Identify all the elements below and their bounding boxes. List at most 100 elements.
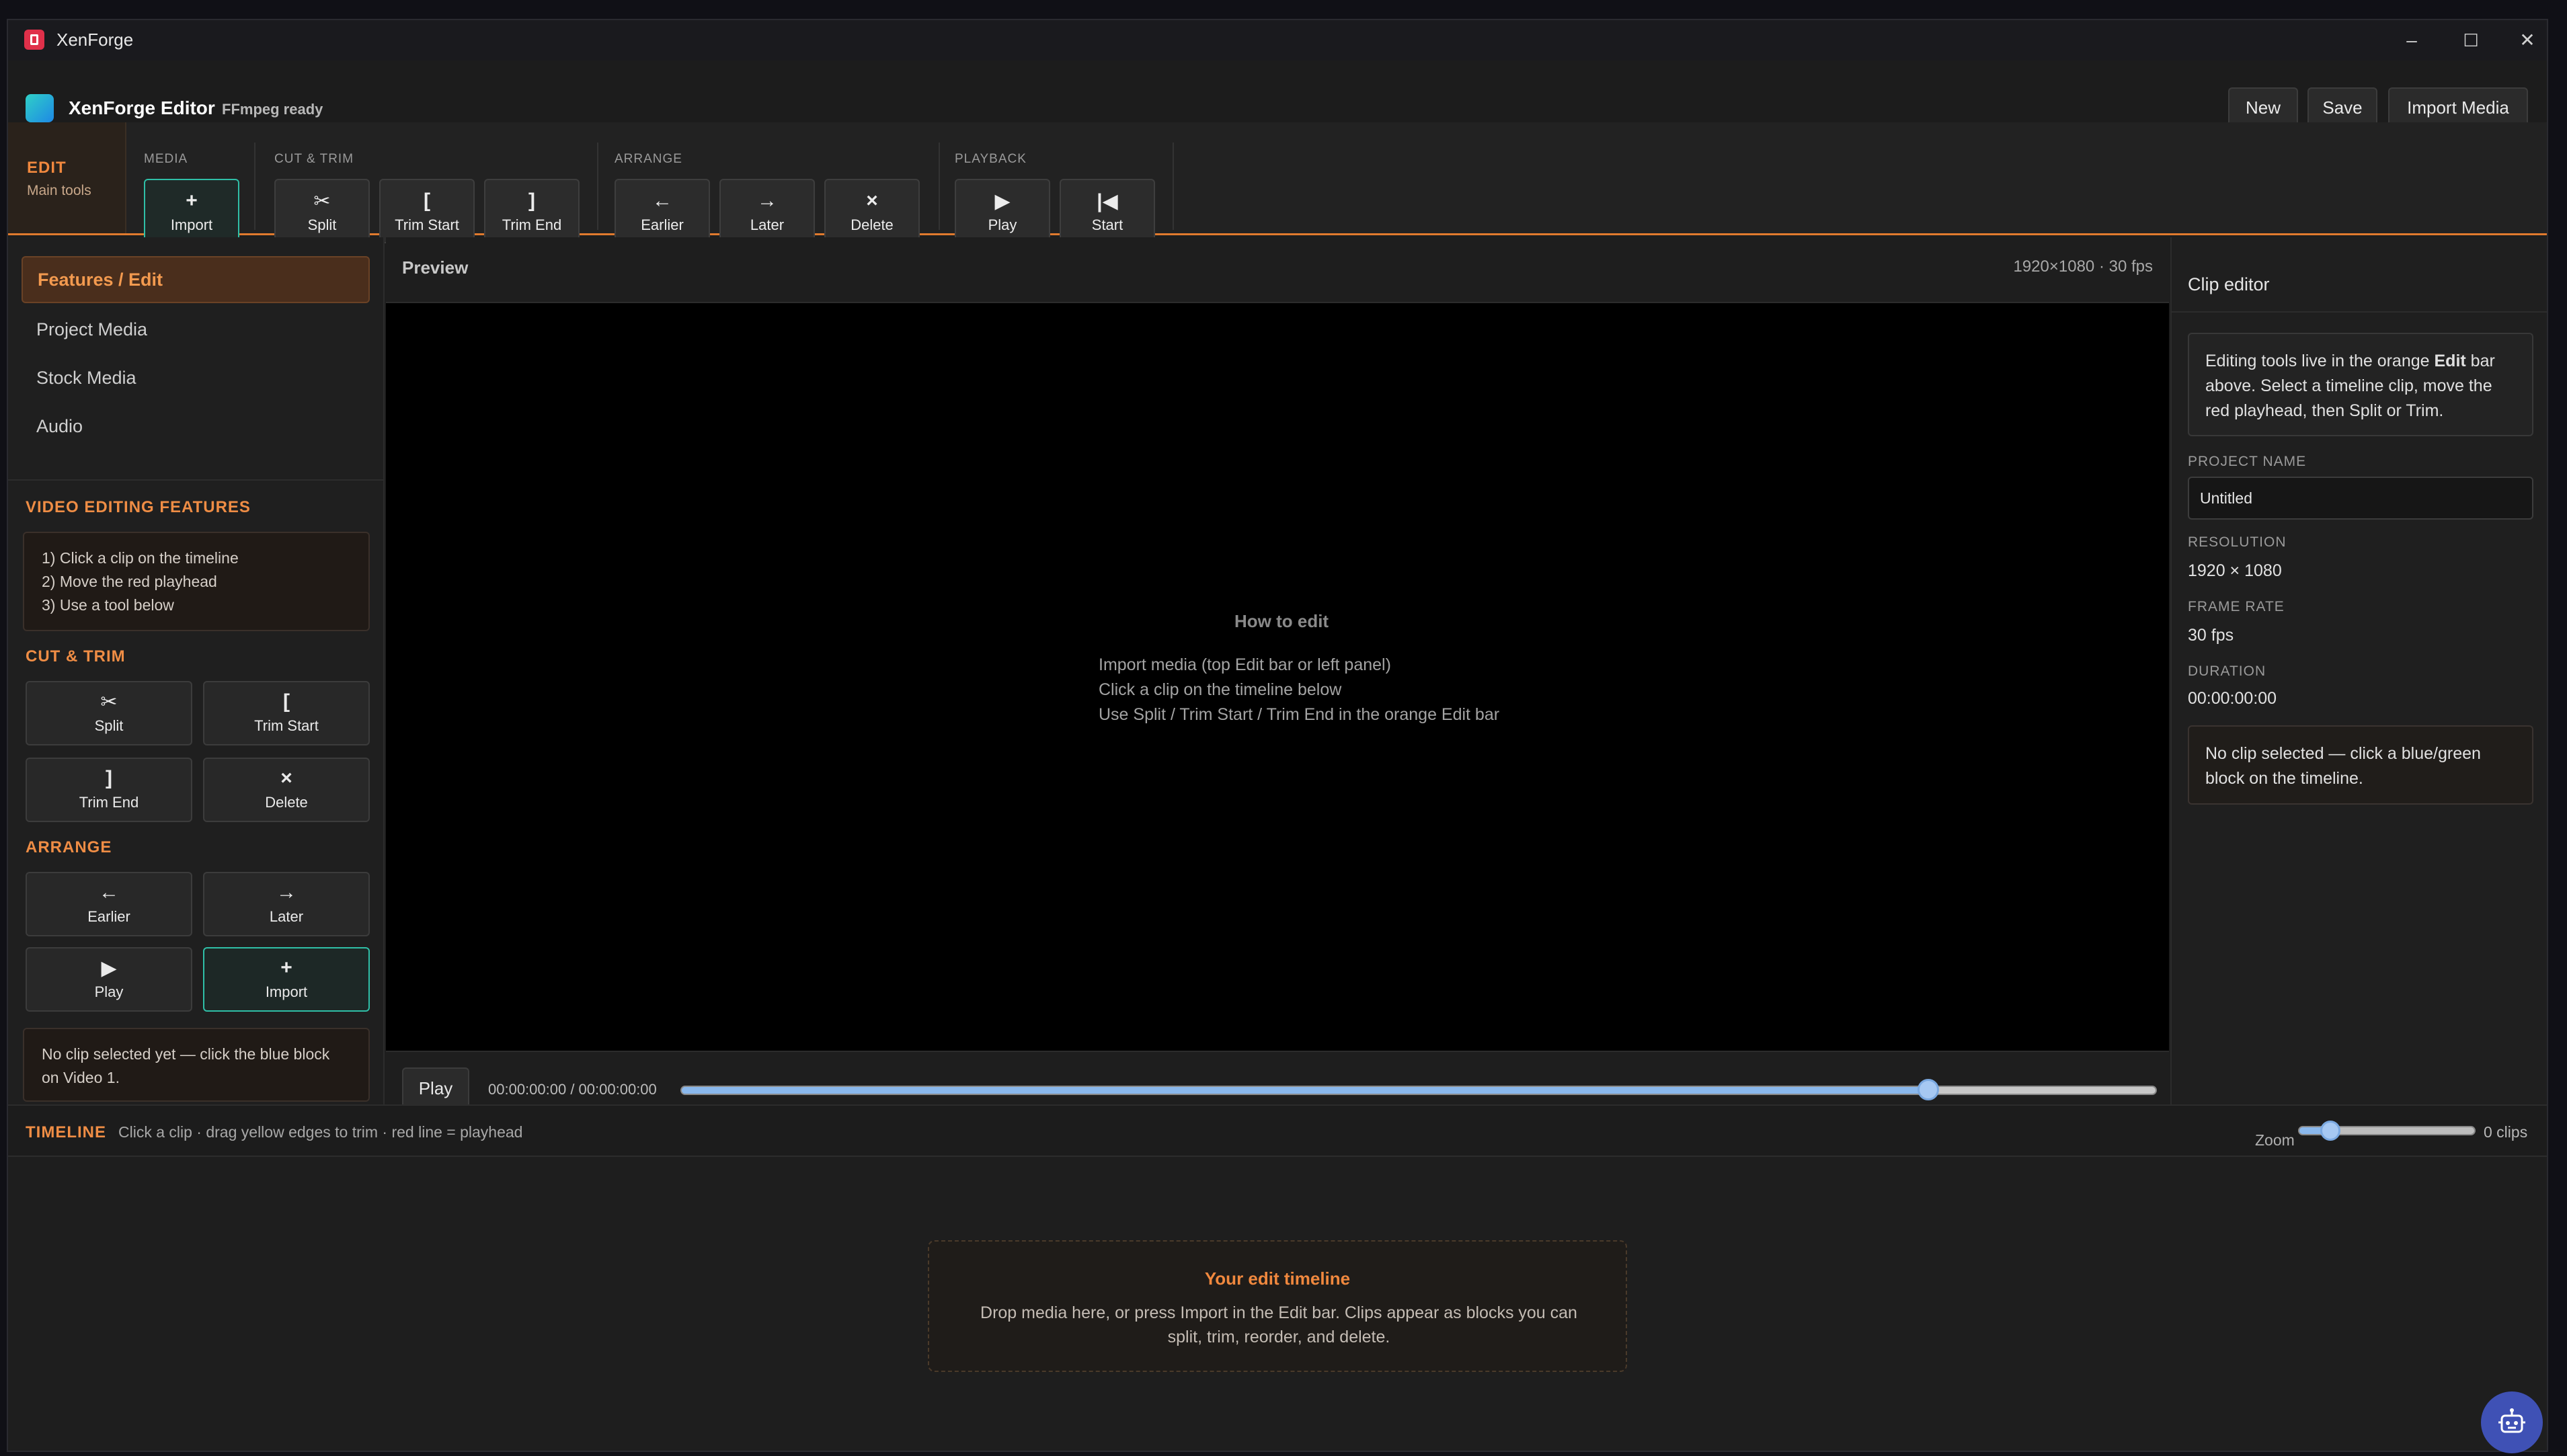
nav-item-project-media[interactable]: Project Media xyxy=(22,306,370,353)
ribbon-import-button[interactable]: + Import xyxy=(144,179,239,243)
ribbon-trim-end-button[interactable]: ] Trim End xyxy=(484,179,580,243)
ribbon-group-cut-trim: CUT & TRIM xyxy=(274,152,354,166)
frame-rate-value: 30 fps xyxy=(2188,626,2234,645)
scissors-icon: ✂ xyxy=(100,691,118,713)
edit-ribbon: EDIT Main tools MEDIA + Import CUT & TRI… xyxy=(8,122,2547,243)
video-editing-features-title: VIDEO EDITING FEATURES xyxy=(26,498,251,516)
arrow-left-icon: ← xyxy=(652,190,672,212)
preview-title: Preview xyxy=(402,257,469,278)
save-button[interactable]: Save xyxy=(2307,87,2377,128)
ribbon-earlier-button[interactable]: ← Earlier xyxy=(615,179,710,243)
brand-logo-icon xyxy=(26,94,54,122)
preview-panel: Preview 1920×1080 · 30 fps How to edit I… xyxy=(386,237,2169,1109)
ribbon-split-button[interactable]: ✂ Split xyxy=(274,179,370,243)
timeline-hint: Click a clip · drag yellow edges to trim… xyxy=(118,1123,523,1141)
zoom-thumb[interactable] xyxy=(2320,1121,2340,1141)
sidebar-trim-start-button[interactable]: [ Trim Start xyxy=(203,681,370,745)
brand-name: XenForge Editor xyxy=(69,97,215,118)
skip-to-start-icon: |◀ xyxy=(1097,190,1118,212)
ribbon-tab-label: EDIT xyxy=(27,159,67,177)
nav-item-stock-media[interactable]: Stock Media xyxy=(22,354,370,401)
import-media-button[interactable]: Import Media xyxy=(2388,87,2528,128)
ribbon-divider xyxy=(939,143,940,230)
drop-zone-text: Drop media here, or press Import in the … xyxy=(980,1303,1577,1346)
sidebar-earlier-button[interactable]: ← Earlier xyxy=(26,872,192,936)
howto-title: How to edit xyxy=(1234,611,1329,631)
ribbon-start-button[interactable]: |◀ Start xyxy=(1060,179,1155,243)
divider xyxy=(2172,311,2547,313)
bracket-right-icon: ] xyxy=(106,767,112,789)
bracket-right-icon: ] xyxy=(528,190,535,212)
no-clip-message: No clip selected — click a blue/green bl… xyxy=(2188,725,2533,805)
new-button[interactable]: New xyxy=(2228,87,2298,128)
timeline-area[interactable]: Your edit timeline Drop media here, or p… xyxy=(8,1157,2547,1451)
assistant-button[interactable] xyxy=(2481,1391,2543,1453)
arrow-left-icon: ← xyxy=(99,881,119,903)
duration-label: DURATION xyxy=(2188,663,2266,679)
scrubber-thumb[interactable] xyxy=(1917,1079,1939,1100)
duration-value: 00:00:00:00 xyxy=(2188,689,2277,708)
selection-status: No clip selected yet — click the blue bl… xyxy=(23,1028,370,1102)
howto-item: Click a clip on the timeline below xyxy=(1099,680,1342,699)
ribbon-trim-start-button[interactable]: [ Trim Start xyxy=(379,179,475,243)
sidebar-later-button[interactable]: → Later xyxy=(203,872,370,936)
ribbon-play-button[interactable]: ▶ Play xyxy=(955,179,1050,243)
window-title: XenForge xyxy=(56,30,134,50)
play-icon: ▶ xyxy=(101,957,117,979)
close-x-icon: × xyxy=(866,190,878,212)
clip-count: 0 clips xyxy=(2484,1123,2528,1141)
nav-item-audio[interactable]: Audio xyxy=(22,403,370,450)
sidebar-trim-end-button[interactable]: ] Trim End xyxy=(26,758,192,822)
ribbon-tab-sub: Main tools xyxy=(27,183,91,198)
ribbon-divider xyxy=(597,143,598,230)
cut-trim-title: CUT & TRIM xyxy=(26,647,126,665)
sidebar-delete-button[interactable]: × Delete xyxy=(203,758,370,822)
clip-editor-intro: Editing tools live in the orange Edit ba… xyxy=(2188,333,2533,436)
frame-rate-label: FRAME RATE xyxy=(2188,599,2285,614)
howto-item: Use Split / Trim Start / Trim End in the… xyxy=(1099,705,1500,724)
steps-box: 1) Click a clip on the timeline 2) Move … xyxy=(23,532,370,631)
sidebar-import-button[interactable]: + Import xyxy=(203,947,370,1012)
close-x-icon: × xyxy=(280,767,292,789)
resolution-label: RESOLUTION xyxy=(2188,534,2287,550)
sidebar-split-button[interactable]: ✂ Split xyxy=(26,681,192,745)
maximize-button[interactable]: ☐ xyxy=(2447,24,2494,56)
ribbon-tab-edit[interactable]: EDIT Main tools xyxy=(8,122,126,233)
bracket-left-icon: [ xyxy=(424,190,430,212)
left-panel: Features / Edit Project Media Stock Medi… xyxy=(8,237,385,1104)
nav-item-features-edit[interactable]: Features / Edit xyxy=(22,256,370,303)
clip-editor-title: Clip editor xyxy=(2188,274,2270,294)
ribbon-group-playback: PLAYBACK xyxy=(955,152,1027,166)
bracket-left-icon: [ xyxy=(283,690,290,713)
arrow-right-icon: → xyxy=(757,190,777,212)
play-icon: ▶ xyxy=(994,190,1011,212)
step-item: 2) Move the red playhead xyxy=(42,573,217,590)
app-logo-icon xyxy=(24,30,44,50)
arrow-right-icon: → xyxy=(276,881,297,903)
arrange-title: ARRANGE xyxy=(26,838,112,856)
timeline-header: TIMELINE Click a clip · drag yellow edge… xyxy=(8,1104,2547,1157)
project-name-input[interactable]: Untitled xyxy=(2188,477,2533,520)
step-item: 1) Click a clip on the timeline xyxy=(42,549,239,567)
zoom-label: Zoom xyxy=(2255,1131,2295,1149)
scrubber-progress xyxy=(682,1087,1928,1094)
ribbon-delete-button[interactable]: × Delete xyxy=(824,179,920,243)
step-item: 3) Use a tool below xyxy=(42,596,174,614)
sidebar-play-button[interactable]: ▶ Play xyxy=(26,947,192,1012)
plus-icon: + xyxy=(280,957,292,979)
timecode: 00:00:00:00 / 00:00:00:00 xyxy=(488,1081,657,1098)
clip-editor-panel: Clip editor Editing tools live in the or… xyxy=(2170,237,2547,1104)
preview-format: 1920×1080 · 30 fps xyxy=(2013,257,2153,276)
ribbon-divider xyxy=(1173,143,1174,230)
close-button[interactable]: ✕ xyxy=(2504,24,2547,56)
robot-icon xyxy=(2498,1408,2525,1433)
preview-play-button[interactable]: Play xyxy=(402,1067,469,1109)
timeline-title: TIMELINE xyxy=(26,1123,106,1141)
timeline-drop-zone[interactable]: Your edit timeline Drop media here, or p… xyxy=(928,1240,1627,1372)
preview-canvas[interactable]: How to edit Import media (top Edit bar o… xyxy=(386,302,2169,1052)
plus-icon: + xyxy=(186,190,198,212)
project-name-label: PROJECT NAME xyxy=(2188,454,2307,469)
ribbon-later-button[interactable]: → Later xyxy=(719,179,815,243)
divider xyxy=(8,479,383,481)
minimize-button[interactable]: – xyxy=(2388,24,2435,56)
